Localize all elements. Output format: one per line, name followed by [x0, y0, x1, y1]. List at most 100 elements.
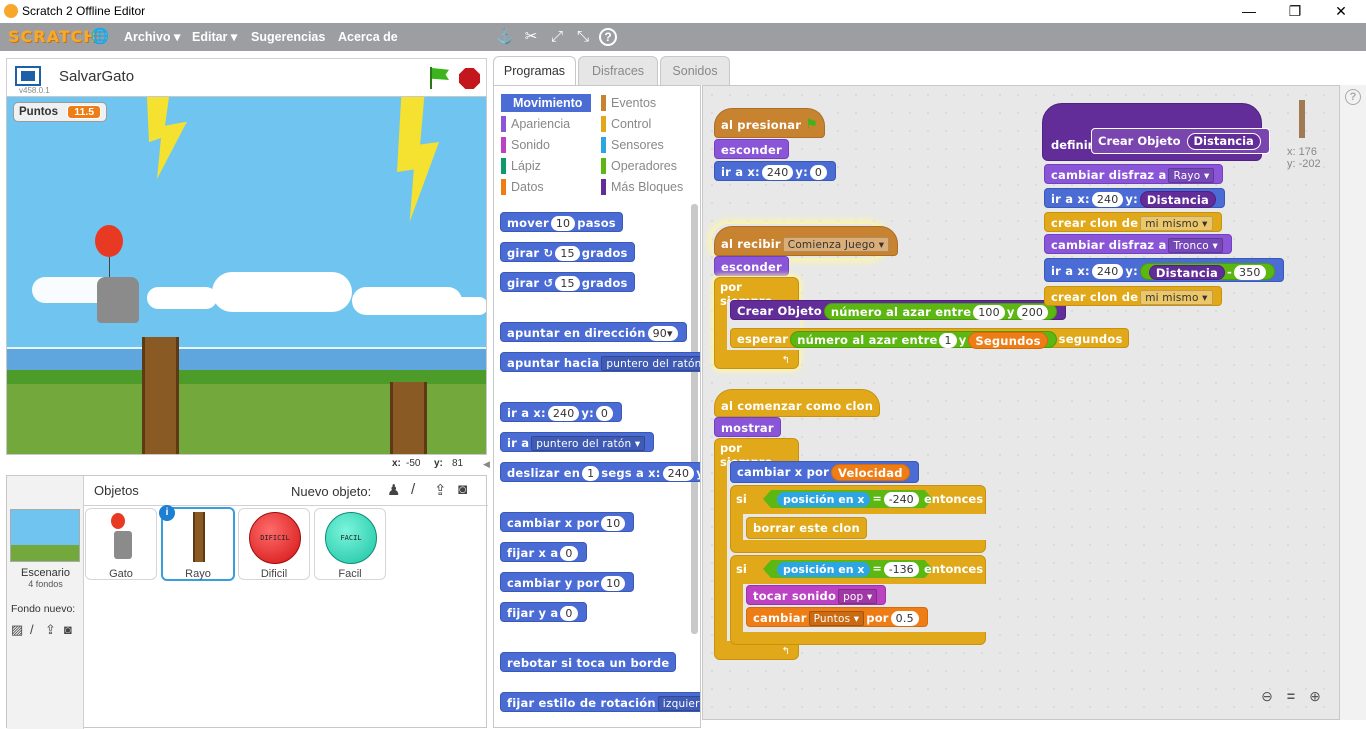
category-datos[interactable]: Datos: [501, 178, 591, 196]
dropdown[interactable]: Comienza Juego ▾: [782, 237, 890, 252]
palette-scrollbar[interactable]: [691, 204, 698, 634]
reporter-azar[interactable]: número al azar entre 1 y Segundos: [790, 331, 1057, 349]
reporter-posicion-x[interactable]: posición en x: [777, 562, 870, 577]
reporter-posicion-x[interactable]: posición en x: [777, 492, 870, 507]
sprite-dificil[interactable]: DIFICIL Dificil: [238, 508, 310, 580]
category-movimiento[interactable]: Movimiento: [501, 94, 591, 112]
menu-sugerencias[interactable]: Sugerencias: [251, 23, 325, 51]
block-cambiar-x-por[interactable]: cambiar x por Velocidad: [730, 461, 919, 483]
block-esconder[interactable]: esconder: [714, 256, 789, 276]
category-apariencia[interactable]: Apariencia: [501, 115, 591, 133]
dropdown[interactable]: puntero del ratón ▾: [531, 436, 646, 451]
duplicate-stamp-icon[interactable]: ⚓: [495, 27, 515, 47]
category-mas-bloques[interactable]: Más Bloques: [601, 178, 691, 196]
block-borrar-clon[interactable]: borrar este clon: [746, 517, 867, 539]
operator-igual[interactable]: posición en x = -136: [763, 560, 933, 578]
stop-icon[interactable]: [459, 68, 480, 89]
dropdown[interactable]: mi mismo ▾: [1140, 216, 1213, 231]
block-crear-clon[interactable]: crear clon de mi mismo ▾: [1044, 212, 1222, 232]
minimize-button[interactable]: —: [1226, 0, 1272, 23]
input[interactable]: 200: [1016, 305, 1049, 320]
category-eventos[interactable]: Eventos: [601, 94, 691, 112]
block-ir-a[interactable]: ir a puntero del ratón ▾: [500, 432, 655, 452]
block-ir-a-xy[interactable]: ir a x: 240 y: 0: [714, 161, 837, 181]
category-sensores[interactable]: Sensores: [601, 136, 691, 154]
close-button[interactable]: ✕: [1318, 0, 1364, 23]
operator-resta[interactable]: Distancia -350: [1139, 263, 1275, 280]
dropdown[interactable]: izquierda-d: [657, 696, 700, 711]
sprite-rayo[interactable]: i Rayo: [159, 505, 235, 581]
scratch-logo[interactable]: SCRATCH: [8, 27, 98, 47]
input[interactable]: 240: [662, 466, 695, 481]
input[interactable]: 90▾: [647, 326, 678, 341]
input[interactable]: -136: [884, 562, 919, 577]
collapse-arrow-icon[interactable]: ◀: [483, 459, 491, 471]
camera-icon[interactable]: ◙: [64, 622, 72, 637]
block-esconder[interactable]: esconder: [714, 139, 789, 159]
stage-thumbnail[interactable]: [10, 509, 80, 562]
dropdown[interactable]: puntero del ratón ▾: [601, 356, 700, 371]
block-cambiar-disfraz[interactable]: cambiar disfraz a Rayo ▾: [1044, 164, 1224, 184]
block-por-siempre[interactable]: por siempre ↰: [714, 277, 800, 369]
zoom-reset-icon[interactable]: =: [1281, 686, 1301, 706]
input[interactable]: 0: [595, 406, 614, 421]
param-distancia[interactable]: Distancia: [1139, 191, 1217, 208]
dropdown[interactable]: Tronco ▾: [1168, 238, 1223, 253]
input[interactable]: 0.5: [890, 611, 919, 626]
block-deslizar[interactable]: deslizar en1segs a x:240y: [500, 462, 700, 482]
upload-icon[interactable]: ⇪: [45, 622, 56, 638]
block-ir-a-xy[interactable]: ir a x: 240 y: 0: [500, 402, 623, 422]
block-cambiar-x[interactable]: cambiar x por 10: [500, 512, 635, 532]
variable-velocidad[interactable]: Velocidad: [831, 464, 910, 481]
block-crear-objeto[interactable]: Crear Objeto número al azar entre 100 y 200: [730, 300, 1067, 320]
block-ir-a-xy[interactable]: ir a x: 240 y: Distancia -350: [1044, 258, 1284, 282]
input[interactable]: 240: [1091, 192, 1124, 207]
globe-icon[interactable]: 🌐: [90, 27, 110, 47]
brush-icon[interactable]: /: [30, 622, 34, 637]
input[interactable]: 0: [560, 606, 578, 621]
input[interactable]: 350: [1234, 265, 1266, 280]
input[interactable]: 240: [761, 165, 794, 180]
dropdown[interactable]: mi mismo ▾: [1140, 290, 1213, 305]
block-esperar[interactable]: esperar número al azar entre 1 y Segundos seg…: [730, 328, 1130, 349]
tab-disfraces[interactable]: Disfraces: [578, 56, 658, 85]
category-control[interactable]: Control: [601, 115, 691, 133]
tab-sonidos[interactable]: Sonidos: [660, 56, 730, 85]
operator-igual[interactable]: posición en x = -240: [763, 490, 933, 508]
block-fijar-y[interactable]: fijar y a0: [500, 602, 587, 622]
dropdown[interactable]: pop ▾: [838, 589, 878, 604]
help-icon[interactable]: ?: [599, 28, 617, 46]
param-distancia[interactable]: Distancia: [1186, 133, 1261, 150]
block-girar-izquierda[interactable]: girar ↺ 15 grados: [500, 272, 635, 292]
input[interactable]: 240: [1091, 264, 1124, 279]
help-icon[interactable]: ?: [1345, 89, 1361, 105]
block-fijar-x[interactable]: fijar x a0: [500, 542, 587, 562]
stage[interactable]: Puntos 11.5: [6, 96, 487, 455]
input[interactable]: 0: [809, 165, 828, 180]
input[interactable]: 100: [973, 305, 1005, 320]
dropdown[interactable]: Puntos ▾: [808, 611, 865, 626]
block-al-presionar-bandera[interactable]: al presionar ⚑: [714, 108, 826, 138]
block-mostrar[interactable]: mostrar: [714, 417, 781, 437]
block-apuntar-direccion[interactable]: apuntar en dirección 90▾: [500, 322, 687, 342]
category-sonido[interactable]: Sonido: [501, 136, 591, 154]
input[interactable]: 10: [550, 216, 576, 231]
info-icon[interactable]: i: [159, 505, 175, 521]
input[interactable]: 10: [601, 576, 626, 591]
input[interactable]: 1: [582, 466, 600, 481]
input[interactable]: 10: [601, 516, 626, 531]
shrink-icon[interactable]: ⤡: [573, 27, 593, 47]
variable-monitor[interactable]: Puntos 11.5: [13, 102, 108, 122]
sprite-gato[interactable]: Gato: [85, 508, 157, 580]
variable-segundos[interactable]: Segundos: [968, 332, 1048, 349]
block-cambiar-puntos[interactable]: cambiar Puntos ▾ por 0.5: [746, 607, 928, 627]
input[interactable]: 15: [555, 276, 580, 291]
category-lapiz[interactable]: Lápiz: [501, 157, 591, 175]
paint-new-backdrop-icon[interactable]: ▨: [11, 622, 23, 638]
param-distancia[interactable]: Distancia: [1148, 265, 1226, 280]
right-scrollbar[interactable]: ?: [1340, 85, 1366, 720]
zoom-in-icon[interactable]: ⊕: [1305, 686, 1325, 706]
zoom-out-icon[interactable]: ⊖: [1257, 686, 1277, 706]
delete-scissors-icon[interactable]: ✂: [521, 27, 541, 47]
sprite-facil[interactable]: FACIL Facil: [314, 508, 386, 580]
